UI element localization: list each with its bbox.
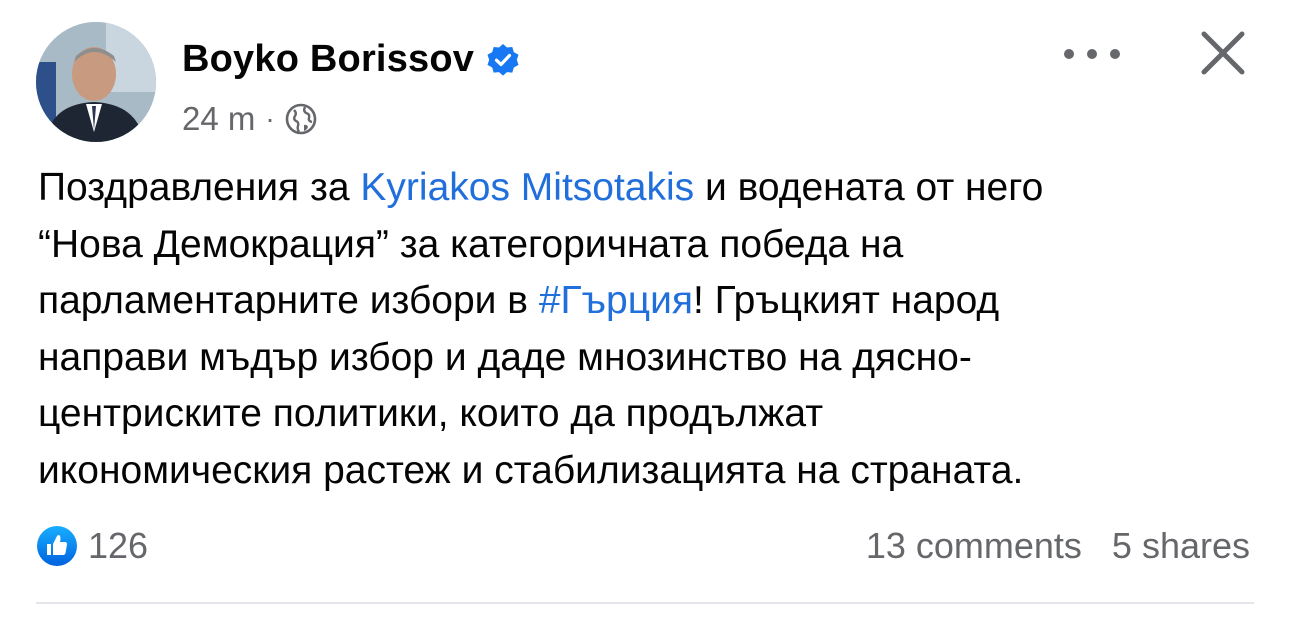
shares-count-link[interactable]: 5 shares xyxy=(1112,525,1250,567)
post-text-line: парламентарните избори в #Гърция! Гръцки… xyxy=(38,273,1258,330)
post-text-line: центриските политики, които да продължат xyxy=(38,392,824,435)
comments-count-link[interactable]: 13 comments xyxy=(866,525,1082,567)
author-avatar[interactable] xyxy=(36,22,156,142)
more-dot xyxy=(1087,49,1097,59)
facebook-post: Boyko Borissov 24 m · Поздравления за Ky… xyxy=(0,0,1290,623)
close-icon xyxy=(1201,31,1245,75)
hashtag-link[interactable]: #Гърция xyxy=(539,279,693,322)
reactions-summary[interactable]: 126 xyxy=(36,525,148,567)
avatar-image xyxy=(36,22,156,142)
text-segment: ! Гръцкият народ xyxy=(692,279,1000,322)
post-meta: 24 m · xyxy=(182,100,317,138)
more-dot xyxy=(1064,49,1074,59)
globe-icon[interactable] xyxy=(285,103,317,135)
post-stats: 13 comments 5 shares xyxy=(866,525,1250,567)
more-options-button[interactable] xyxy=(1064,40,1120,68)
like-icon xyxy=(36,525,78,567)
mention-link[interactable]: Kyriakos Mitsotakis xyxy=(360,166,694,209)
text-segment: парламентарните избори в xyxy=(38,279,539,322)
meta-separator: · xyxy=(265,103,275,134)
close-button[interactable] xyxy=(1198,28,1248,78)
post-text-line: икономическия растеж и стабилизацията на… xyxy=(38,448,1024,492)
post-text-line: направи мъдър избор и даде мнозинство на… xyxy=(38,335,972,379)
more-dot xyxy=(1110,49,1120,59)
post-text-line: “Нова Демокрация” за категоричната побед… xyxy=(38,222,904,266)
reaction-count: 126 xyxy=(88,525,149,566)
post-text: Поздравления за Kyriakos Mitsotakis и во… xyxy=(38,160,1258,499)
author-name[interactable]: Boyko Borissov xyxy=(182,38,474,81)
verified-badge-icon xyxy=(486,43,520,77)
post-time[interactable]: 24 m xyxy=(182,100,255,138)
post-text-line: Поздравления за Kyriakos Mitsotakis и во… xyxy=(38,160,1258,217)
text-segment: и водената от него xyxy=(694,166,1044,209)
text-segment: Поздравления за xyxy=(38,166,361,209)
author-row: Boyko Borissov xyxy=(182,38,520,81)
divider xyxy=(36,602,1254,604)
